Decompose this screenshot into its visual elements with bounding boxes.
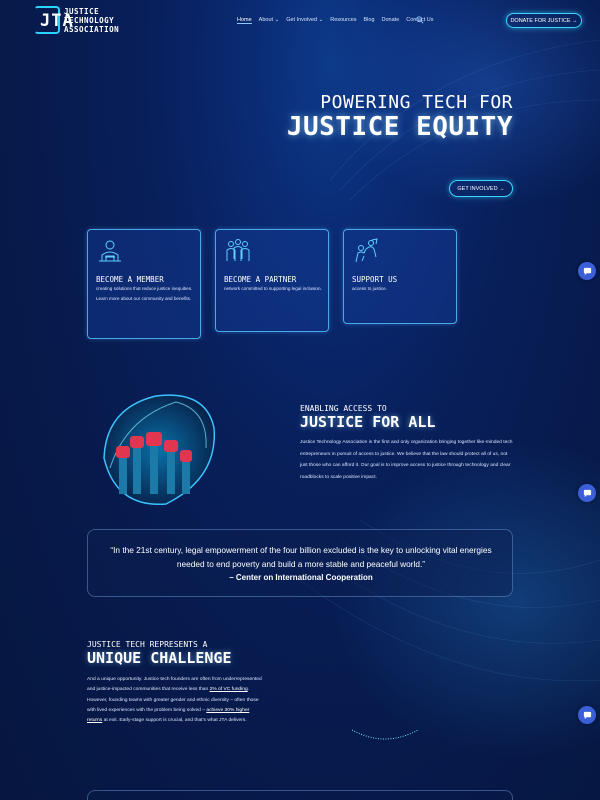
card-become-partner[interactable]: BECOME A PARTNER network committed to su… [215,229,329,332]
card-title: BECOME A PARTNER [224,275,297,284]
hero-subtitle: POWERING TECH FOR [320,92,513,113]
card-text: creating solutions that reduce justice i… [96,286,193,301]
card-support-us[interactable]: SUPPORT US access to justice. [343,229,457,324]
site-header: JTA JUSTICE TECHNOLOGY ASSOCIATION Home … [0,0,600,40]
chat-button[interactable] [578,484,596,502]
chat-icon [583,267,591,275]
get-involved-button[interactable]: GET INVOLVED → [449,180,513,197]
access-text: Justice Technology Association is the fi… [300,440,513,480]
nav-item-home[interactable]: Home [237,17,252,24]
logo-name-line: JUSTICE [64,7,100,16]
quote-box: “In the 21st century, legal empowerment … [87,529,513,597]
nav-item-get-involved[interactable]: Get Involved ⌄ [286,17,323,24]
logo-name[interactable]: JUSTICE TECHNOLOGY ASSOCIATION [64,7,119,34]
vc-funding-link[interactable]: 2% of VC funding [210,687,248,692]
nav-item-get-involved-label: Get Involved [286,17,318,23]
search-icon[interactable] [416,16,424,24]
support-icon [355,238,378,263]
donate-for-justice-button[interactable]: DONATE FOR JUSTICE → [506,13,582,28]
bottom-section-box [87,790,513,800]
nav-item-about-label: About [258,17,274,23]
chat-icon [583,711,591,719]
card-text: access to justice. [352,286,387,291]
chevron-down-icon: ⌄ [273,17,280,23]
card-title: SUPPORT US [352,275,398,284]
challenge-text-part: at exit. Early-stage support is crucial,… [102,718,247,724]
partner-icon [226,239,250,261]
logo-name-line: ASSOCIATION [64,25,120,34]
raised-fists-illustration [103,394,216,506]
chat-button[interactable] [578,262,596,280]
challenge-text: And a unique opportunity. Justice tech f… [87,675,262,726]
chat-icon [583,489,591,497]
card-become-member[interactable]: BECOME A MEMBER creating solutions that … [87,229,201,339]
main-nav: Home About ⌄ Get Involved ⌄ Resources Bl… [237,17,434,24]
nav-item-resources[interactable]: Resources [330,17,356,24]
hero-title: JUSTICE EQUITY [286,112,513,142]
quote-author: – Center on International Cooperation [229,573,373,582]
wave-decoration [351,729,419,740]
chat-button[interactable] [578,706,596,724]
quote-text: “In the 21st century, legal empowerment … [110,545,492,569]
nav-item-about[interactable]: About ⌄ [259,17,280,24]
card-text: network committed to supporting legal in… [224,286,322,291]
nav-item-blog[interactable]: Blog [364,17,375,24]
access-subtitle: ENABLING ACCESS TO [300,404,387,413]
logo-name-line: TECHNOLOGY [64,16,115,25]
member-icon [99,240,121,262]
card-title: BECOME A MEMBER [96,275,164,284]
challenge-title: UNIQUE CHALLENGE [87,649,232,667]
access-title: JUSTICE FOR ALL [300,413,436,431]
nav-item-donate[interactable]: Donate [382,17,400,24]
challenge-subtitle: JUSTICE TECH REPRESENTS A [87,640,208,649]
chevron-down-icon: ⌄ [317,17,324,23]
